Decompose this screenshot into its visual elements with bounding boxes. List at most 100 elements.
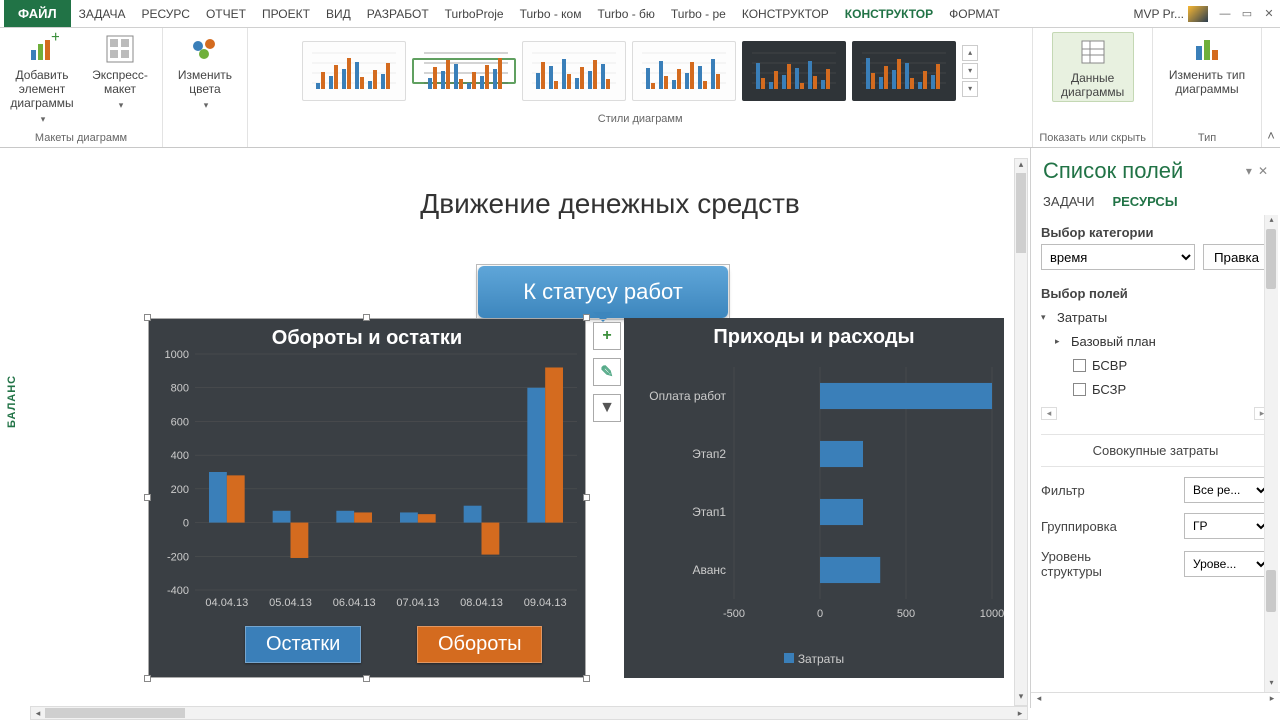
chart-income-expense[interactable]: Приходы и расходы -50005001000Оплата раб… [624,318,1004,678]
svg-text:Аванс: Аванс [692,563,726,577]
tree-row-baseplan[interactable]: ▸Базовый план [1055,329,1270,353]
tab-constructor2[interactable]: КОНСТРУКТОР [837,0,941,27]
tab-zadacha[interactable]: ЗАДАЧА [71,0,134,27]
tab-format[interactable]: ФОРМАТ [941,0,1008,27]
tab-resources[interactable]: РЕСУРСЫ [1112,194,1177,209]
svg-text:Оплата работ: Оплата работ [649,389,726,403]
ribbon-group-layouts: + Добавить элемент диаграммы▾ Экспресс- … [0,28,163,147]
tree-row-zatraty[interactable]: ▾Затраты [1041,305,1270,329]
group-label: Группировка [1041,519,1117,534]
cumulative-costs-row[interactable]: Совокупные затраты [1041,434,1270,467]
doc-name[interactable]: MVP Pr... [1128,6,1214,22]
file-tab[interactable]: ФАЙЛ [4,0,71,27]
chart-add-element-icon[interactable]: + [593,322,621,350]
tab-turboproj[interactable]: TurboProje [437,0,512,27]
tab-turbokom[interactable]: Turbo - ком [512,0,590,27]
chart-data-icon [1076,35,1110,69]
main-vscrollbar[interactable]: ▴ ▾ [1014,158,1028,706]
svg-text:800: 800 [171,383,189,395]
tab-tasks[interactable]: ЗАДАЧИ [1043,194,1094,209]
ribbon-group-showhide: Данные диаграммы Показать или скрыть [1033,28,1153,147]
chart-data-button[interactable]: Данные диаграммы [1052,32,1134,102]
filter-label: Фильтр [1041,483,1085,498]
side-hscroll-left-icon[interactable]: ◂ [1031,693,1047,708]
tab-resurs[interactable]: РЕСУРС [134,0,198,27]
svg-text:09.04.13: 09.04.13 [524,597,567,609]
side-hscroll-right-icon[interactable]: ▸ [1264,693,1280,708]
svg-text:0: 0 [817,608,823,620]
legend-turnover-button[interactable]: Обороты [417,626,542,663]
main-hscrollbar[interactable]: ◂▸ [30,706,1028,720]
chart-data-label: Данные диаграммы [1061,71,1124,99]
tab-proekt[interactable]: ПРОЕКТ [254,0,318,27]
styles-spin[interactable]: ▴▾▾ [962,45,978,97]
quick-layout-label: Экспресс- макет [92,68,148,96]
tab-vid[interactable]: ВИД [318,0,359,27]
svg-text:07.04.13: 07.04.13 [396,597,439,609]
checkbox-icon[interactable] [1073,383,1086,396]
style-thumb-4[interactable] [632,41,736,101]
tab-otchet[interactable]: ОТЧЕТ [198,0,254,27]
svg-text:-400: -400 [167,585,189,597]
window-restore-icon[interactable]: ▭ [1236,7,1258,20]
ribbon-tab-strip: ФАЙЛ ЗАДАЧА РЕСУРС ОТЧЕТ ПРОЕКТ ВИД РАЗР… [0,0,1280,28]
category-edit-button[interactable]: Правка [1203,244,1270,270]
svg-text:200: 200 [171,484,189,496]
tab-turbobyu[interactable]: Turbo - бю [589,0,662,27]
style-thumb-1[interactable] [302,41,406,101]
ribbon-group-type-label: Тип [1198,129,1216,147]
ribbon-group-type: Изменить тип диаграммы Тип [1153,28,1262,147]
svg-text:04.04.13: 04.04.13 [205,597,248,609]
window-minimize-icon[interactable]: — [1214,8,1236,20]
tab-constructor1[interactable]: КОНСТРУКТОР [734,0,837,27]
legend-swatch-icon [784,653,794,663]
add-chart-element-button[interactable]: + Добавить элемент диаграммы▾ [6,32,78,126]
ribbon-group-layouts-label: Макеты диаграмм [35,129,127,147]
tab-razrabot[interactable]: РАЗРАБОТ [359,0,437,27]
field-list-panel: Список полей ▾ ✕ ЗАДАЧИ РЕСУРСЫ Выбор кат… [1030,148,1280,708]
side-scrollbar[interactable]: ▴ ▾ [1264,215,1278,692]
chart-brush-icon[interactable]: ✎ [593,358,621,386]
field-list-tabs: ЗАДАЧИ РЕСУРСЫ [1031,188,1280,215]
tree-row-bszr[interactable]: БСЗР [1073,377,1270,401]
report-title: Движение денежных средств [210,188,1010,220]
tree-scroll-left-icon[interactable]: ◂ [1041,407,1057,420]
fields-tree: ▾Затраты ▸Базовый план БСВР БСЗР [1041,305,1270,401]
category-label: Выбор категории [1041,225,1270,240]
change-chart-type-button[interactable]: Изменить тип диаграммы [1159,32,1255,96]
ribbon-collapse-icon[interactable]: ˄ [1262,28,1280,147]
ribbon-group-styles: ▴▾▾ Стили диаграмм [248,28,1033,147]
svg-text:06.04.13: 06.04.13 [333,597,376,609]
panel-close-icon[interactable]: ✕ [1258,164,1268,178]
filter-select[interactable]: Все ре... [1184,477,1270,503]
window-close-icon[interactable]: ✕ [1258,7,1280,20]
callout-selection-box [476,264,730,320]
style-thumb-3[interactable] [522,41,626,101]
field-list-title: Список полей [1043,158,1183,184]
change-colors-button[interactable]: Изменить цвета▾ [169,32,241,112]
svg-text:600: 600 [171,416,189,428]
tab-turbore[interactable]: Turbo - ре [663,0,734,27]
chart-styles-gallery[interactable]: ▴▾▾ [298,32,982,110]
chart-turnover-balance[interactable]: Обороты и остатки -400-20002004006008001… [148,318,586,678]
checkbox-icon[interactable] [1073,359,1086,372]
group-select[interactable]: ГР [1184,513,1270,539]
chart-side-tools: + ✎ ▼ [593,322,623,422]
report-sheet: Движение денежных средств К статусу рабо… [30,158,1010,698]
style-thumb-5[interactable] [742,41,846,101]
svg-text:05.04.13: 05.04.13 [269,597,312,609]
svg-text:08.04.13: 08.04.13 [460,597,503,609]
svg-text:1000: 1000 [980,608,1004,620]
category-select[interactable]: время [1041,244,1195,270]
panel-menu-icon[interactable]: ▾ [1246,164,1252,178]
style-thumb-6[interactable] [852,41,956,101]
outline-select[interactable]: Урове... [1184,551,1270,577]
legend-balances-button[interactable]: Остатки [245,626,361,663]
tree-row-bsvr[interactable]: БСВР [1073,353,1270,377]
chart-filter-icon[interactable]: ▼ [593,394,621,422]
chart-income-title: Приходы и расходы [624,318,1004,349]
fields-label: Выбор полей [1041,286,1270,301]
ribbon-group-styles-label: Стили диаграмм [598,110,683,128]
style-thumb-2[interactable] [412,58,516,84]
quick-layout-button[interactable]: Экспресс- макет▾ [84,32,156,112]
